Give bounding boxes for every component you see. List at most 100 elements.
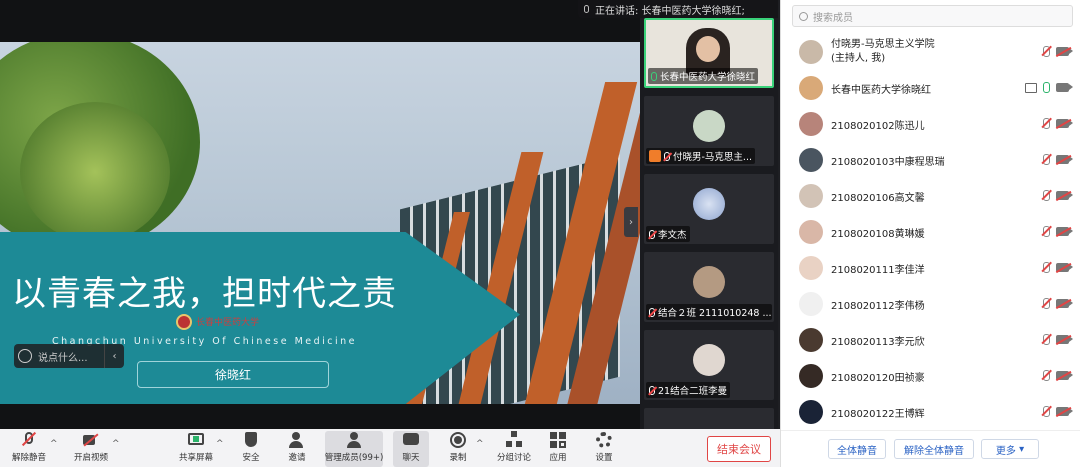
mic-muted-icon[interactable] xyxy=(1043,118,1050,129)
mic-muted-icon[interactable] xyxy=(1043,190,1050,201)
chevron-up-icon[interactable]: ^ xyxy=(216,439,224,449)
camera-off-icon[interactable] xyxy=(1056,191,1073,200)
mic-muted-icon[interactable] xyxy=(1043,46,1050,57)
mic-muted-icon[interactable] xyxy=(1043,406,1050,417)
apps-button[interactable]: 应用 xyxy=(544,431,572,467)
avatar xyxy=(799,184,823,208)
search-input[interactable]: 搜索成员 xyxy=(792,5,1073,27)
avatar xyxy=(799,292,823,316)
settings-button[interactable]: 设置 xyxy=(590,431,618,467)
unmute-button[interactable]: 解除静音 xyxy=(10,431,48,467)
avatar xyxy=(799,148,823,172)
add-user-icon xyxy=(288,431,306,449)
mic-muted-icon[interactable] xyxy=(1043,226,1050,237)
member-row[interactable]: 2108020102陈迅儿 xyxy=(781,106,1080,142)
camera-off-icon[interactable] xyxy=(1056,47,1073,56)
camera-off-icon[interactable] xyxy=(1056,227,1073,236)
mic-muted-icon[interactable] xyxy=(1043,262,1050,273)
search-icon xyxy=(799,11,808,21)
mic-muted-icon[interactable] xyxy=(1043,154,1050,165)
video-tile-label: 长春中医药大学徐晓红 xyxy=(648,68,759,84)
member-name: 2108020120田祯豪 xyxy=(831,373,925,384)
video-tile[interactable] xyxy=(644,408,774,429)
members-icon xyxy=(345,431,363,449)
member-status-icons xyxy=(1043,154,1073,165)
avatar xyxy=(799,256,823,280)
record-button[interactable]: 录制 xyxy=(444,431,472,467)
camera-off-icon[interactable] xyxy=(1056,155,1073,164)
member-row[interactable]: 2108020120田祯豪 xyxy=(781,358,1080,394)
avatar xyxy=(799,400,823,424)
breakout-button[interactable]: 分组讨论 xyxy=(494,431,534,467)
member-row[interactable]: 2108020111李佳洋 xyxy=(781,250,1080,286)
member-name: 2108020106高文馨 xyxy=(831,193,925,204)
avatar xyxy=(693,266,725,298)
member-status-icons xyxy=(1043,190,1073,201)
camera-off-icon[interactable] xyxy=(1056,407,1073,416)
member-row[interactable]: 2108020106高文馨 xyxy=(781,178,1080,214)
camera-icon[interactable] xyxy=(1056,83,1073,92)
camera-off-icon xyxy=(82,431,100,449)
chat-button[interactable]: 聊天 xyxy=(393,431,429,467)
chevron-up-icon[interactable]: ^ xyxy=(476,439,484,449)
mic-muted-icon[interactable] xyxy=(1043,370,1050,381)
video-tile[interactable]: 结合２班 2111010248 ... xyxy=(644,252,774,322)
share-screen-button[interactable]: 共享屏幕 xyxy=(176,431,216,467)
shared-screen-stage: 以青春之我，担时代之责 长春中医药大学 Changchun University… xyxy=(0,0,640,429)
mic-icon[interactable] xyxy=(1043,82,1050,93)
tree-foliage xyxy=(20,102,170,242)
collapse-strip-button[interactable]: › xyxy=(624,207,638,237)
member-status-icons xyxy=(1043,334,1073,345)
manage-members-button[interactable]: 管理成员(99+) xyxy=(325,431,383,467)
camera-off-icon[interactable] xyxy=(1056,299,1073,308)
member-name: 2108020111李佳洋 xyxy=(831,265,925,276)
more-button[interactable]: 更多 ▾ xyxy=(981,439,1039,459)
camera-off-icon[interactable] xyxy=(1056,263,1073,272)
member-name: 2108020103中康程思瑞 xyxy=(831,157,945,168)
camera-off-icon[interactable] xyxy=(1056,371,1073,380)
speaking-indicator: 正在讲话: 长春中医药大学徐晓红; xyxy=(578,0,778,18)
security-button[interactable]: 安全 xyxy=(236,431,266,467)
member-status-icons xyxy=(1043,298,1073,309)
share-screen-icon xyxy=(187,431,205,449)
member-status-icons xyxy=(1043,370,1073,381)
invite-button[interactable]: 邀请 xyxy=(282,431,312,467)
unmute-all-button[interactable]: 解除全体静音 xyxy=(894,439,974,459)
gear-icon xyxy=(595,431,613,449)
emoji-icon[interactable] xyxy=(18,349,32,363)
camera-off-icon[interactable] xyxy=(1056,119,1073,128)
video-strip: 长春中医药大学徐晓红 付晓男-马克思主... 李文杰 结合２班 21110102… xyxy=(640,18,778,429)
avatar xyxy=(799,220,823,244)
member-row[interactable]: 长春中医药大学徐晓红 xyxy=(781,70,1080,106)
university-name-cn: 长春中医药大学 xyxy=(196,318,260,328)
member-row[interactable]: 2108020108黄琳媛 xyxy=(781,214,1080,250)
chevron-left-icon[interactable]: ‹ xyxy=(104,344,124,368)
member-status-icons xyxy=(1043,46,1073,57)
member-row[interactable]: 2108020122王博辉 xyxy=(781,394,1080,430)
video-tile[interactable]: 付晓男-马克思主... xyxy=(644,96,774,166)
mic-muted-icon[interactable] xyxy=(1043,298,1050,309)
video-tile[interactable]: 长春中医药大学徐晓红 xyxy=(644,18,774,88)
avatar xyxy=(799,328,823,352)
member-row[interactable]: 付晓男-马克思主义学院 (主持人, 我) xyxy=(781,34,1080,70)
start-video-button[interactable]: 开启视频 xyxy=(72,431,110,467)
member-row[interactable]: 2108020112李伟杨 xyxy=(781,286,1080,322)
member-status-icons xyxy=(1043,226,1073,237)
video-tile[interactable]: 李文杰 xyxy=(644,174,774,244)
mic-muted-icon[interactable] xyxy=(1043,334,1050,345)
chat-icon xyxy=(402,431,420,449)
mute-all-button[interactable]: 全体静音 xyxy=(828,439,886,459)
chat-input[interactable]: 说点什么... ‹ xyxy=(14,344,124,368)
video-tile[interactable]: 21结合二班李曼 xyxy=(644,330,774,400)
presenter-name-box: 徐晓红 xyxy=(137,361,329,388)
member-row[interactable]: 2108020113李元欣 xyxy=(781,322,1080,358)
end-meeting-button[interactable]: 结束会议 xyxy=(707,436,771,462)
member-role: (主持人, 我) xyxy=(831,53,886,64)
member-row[interactable]: 2108020103中康程思瑞 xyxy=(781,142,1080,178)
camera-off-icon[interactable] xyxy=(1056,335,1073,344)
chevron-up-icon[interactable]: ^ xyxy=(112,439,120,449)
chevron-up-icon[interactable]: ^ xyxy=(50,439,58,449)
host-icon xyxy=(649,150,661,162)
apps-icon xyxy=(549,431,567,449)
mic-muted-icon xyxy=(20,431,38,449)
